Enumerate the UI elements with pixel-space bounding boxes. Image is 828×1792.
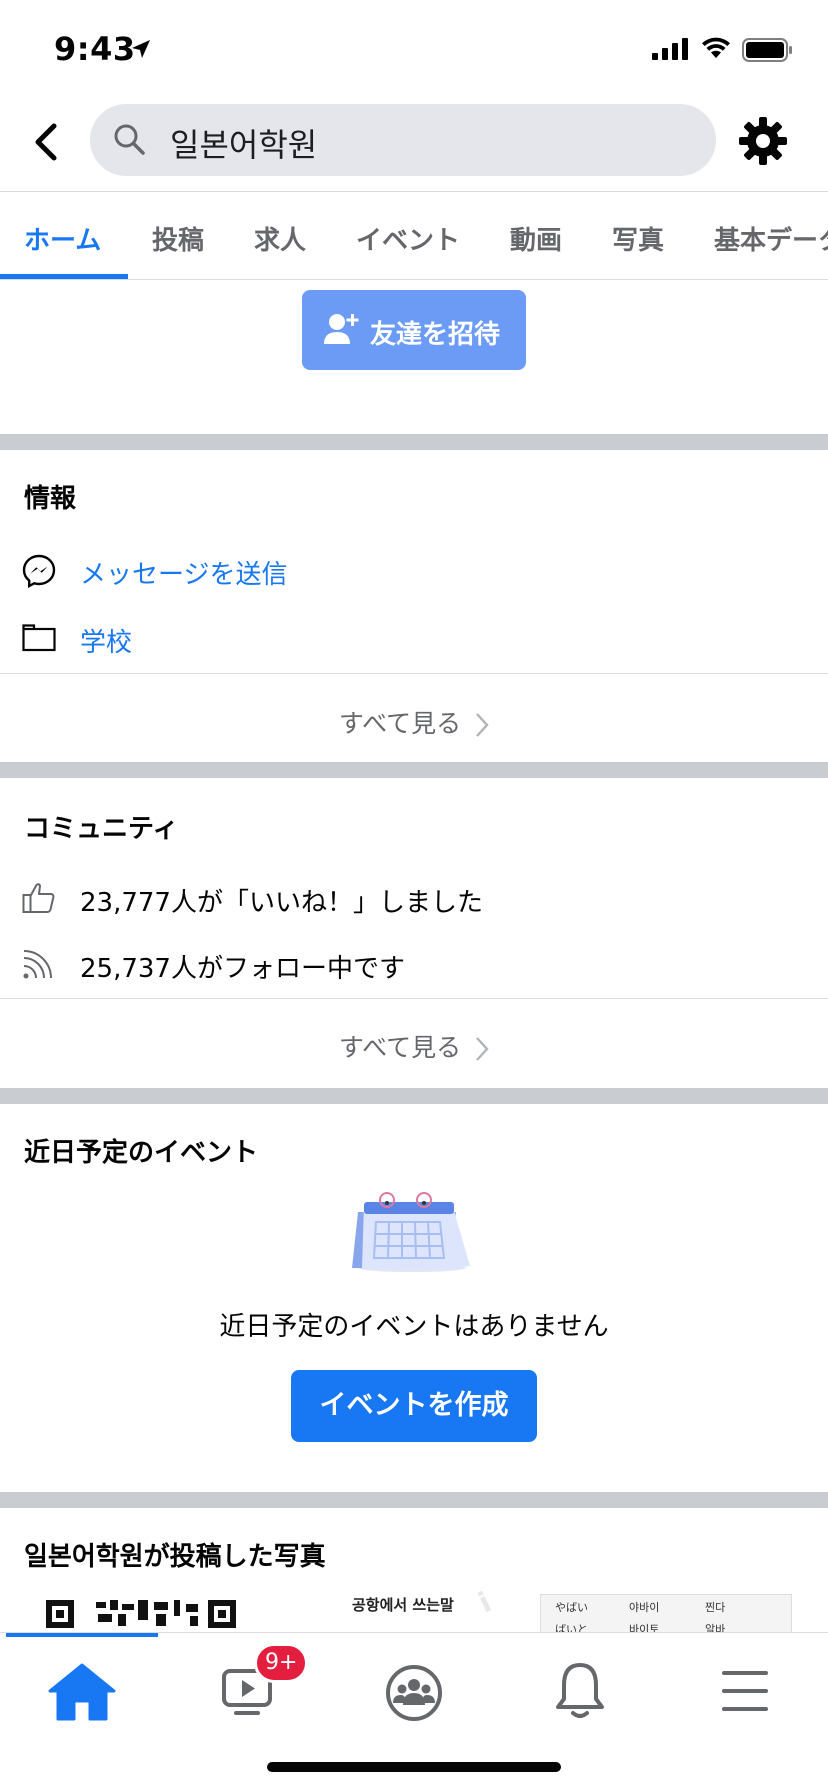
info-section: 情報 メッセージを送信 学校 すべて見る — [0, 450, 828, 762]
tab-posts[interactable]: 投稿 — [152, 220, 204, 257]
photo-thumbnail[interactable] — [24, 1592, 280, 1632]
vocab-cell: 알바 — [705, 1623, 726, 1632]
vocab-cell: ばいと — [555, 1623, 588, 1632]
active-tab-indicator — [0, 274, 128, 279]
tab-events[interactable]: イベント — [356, 220, 460, 257]
section-divider — [0, 434, 828, 450]
groups-icon[interactable] — [374, 1655, 454, 1725]
vocab-cell: 야바이 — [629, 1601, 660, 1614]
qr-code-image — [46, 1600, 236, 1628]
followers-count-text: 25,737人がフォロー中です — [80, 954, 405, 984]
separator — [0, 998, 828, 999]
page-tabs: ホーム 投稿 求人 イベント 動画 写真 基本データ — [0, 192, 828, 280]
no-events-text: 近日予定のイベントはありません — [219, 1312, 609, 1342]
category-folder-icon — [22, 624, 56, 652]
search-icon — [114, 124, 145, 155]
info-see-all-button[interactable]: すべて見る — [0, 704, 828, 740]
search-input[interactable]: 일본어학원 — [90, 104, 716, 176]
photo-thumbnails: 공항에서 쓰는말 i やばい 야바이 찐다 ばいと 바이토 알바 — [0, 1584, 828, 1632]
create-event-button[interactable]: イベントを作成 — [291, 1370, 537, 1442]
info-title: 情報 — [24, 484, 77, 514]
search-header: 일본어학원 — [0, 96, 828, 192]
status-time: 9:43 — [54, 30, 136, 68]
likes-count-text: 23,777人が「いいね！」しました — [80, 888, 483, 918]
see-all-label: すべて見る — [338, 1033, 462, 1062]
home-icon[interactable] — [42, 1655, 122, 1725]
active-nav-indicator — [6, 1633, 158, 1637]
section-divider — [0, 762, 828, 778]
invite-friends-button[interactable]: 友達を招待 — [302, 290, 526, 370]
tab-home[interactable]: ホーム — [24, 220, 101, 257]
send-message-link[interactable]: メッセージを送信 — [80, 554, 287, 591]
invite-friends-label: 友達を招待 — [370, 320, 501, 350]
home-indicator[interactable] — [267, 1762, 561, 1772]
photos-title: 일본어학원が投稿した写真 — [24, 1542, 326, 1572]
calendar-illustration-icon — [352, 1192, 470, 1272]
notification-badge: 9+ — [254, 1643, 309, 1683]
separator — [0, 673, 828, 674]
events-title: 近日予定のイベント — [24, 1138, 259, 1168]
gear-icon[interactable] — [738, 116, 788, 166]
section-divider — [0, 1492, 828, 1508]
chevron-right-icon — [476, 713, 489, 737]
wifi-icon — [702, 37, 730, 58]
vocab-cell: 찐다 — [705, 1601, 726, 1614]
vocab-cell: やばい — [555, 1601, 588, 1614]
follow-rss-icon — [23, 950, 52, 979]
notifications-bell-icon[interactable] — [540, 1655, 620, 1725]
photo-thumbnail[interactable]: 공항에서 쓰는말 i — [292, 1584, 532, 1632]
status-bar: 9:43 — [0, 0, 828, 96]
messenger-icon — [22, 554, 56, 588]
community-section: コミュニティ 23,777人が「いいね！」しました 25,737人がフォロー中で… — [0, 778, 828, 1088]
tab-videos[interactable]: 動画 — [510, 220, 562, 257]
photo-caption: 공항에서 쓰는말 — [352, 1596, 454, 1614]
events-section: 近日予定のイベント 近日予定のイベントはありません イベントを作成 — [0, 1104, 828, 1492]
tab-photos[interactable]: 写真 — [612, 220, 664, 257]
tab-about[interactable]: 基本データ — [714, 220, 828, 257]
add-person-icon — [324, 314, 359, 344]
invite-section: 友達を招待 — [0, 280, 828, 434]
community-see-all-button[interactable]: すべて見る — [0, 1028, 828, 1064]
menu-hamburger-icon[interactable] — [706, 1655, 786, 1725]
category-school-link[interactable]: 学校 — [80, 622, 132, 659]
community-title: コミュニティ — [24, 814, 179, 844]
tab-jobs[interactable]: 求人 — [254, 220, 306, 257]
section-divider — [0, 1088, 828, 1104]
location-arrow-icon — [132, 40, 150, 58]
back-arrow-icon[interactable] — [28, 120, 68, 164]
search-query: 일본어학원 — [170, 126, 318, 164]
chevron-right-icon — [476, 1037, 489, 1061]
photo-thumbnail[interactable]: やばい 야바이 찐다 ばいと 바이토 알바 — [540, 1594, 792, 1632]
see-all-label: すべて見る — [338, 709, 462, 738]
battery-icon — [742, 38, 792, 62]
thumbs-up-icon — [22, 883, 55, 913]
cellular-signal-icon — [652, 38, 688, 60]
watermark: i — [473, 1585, 497, 1620]
vocab-cell: 바이토 — [629, 1623, 660, 1632]
